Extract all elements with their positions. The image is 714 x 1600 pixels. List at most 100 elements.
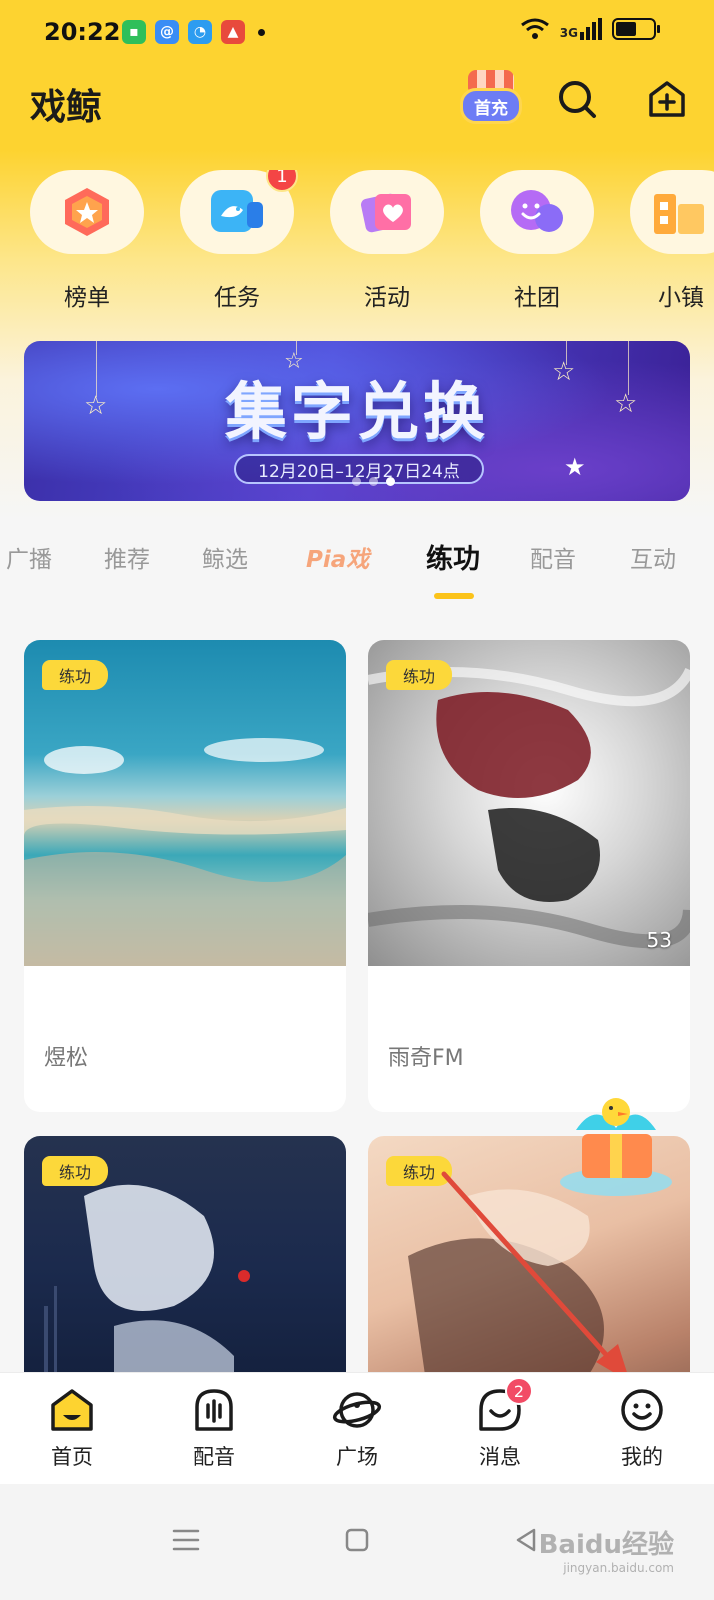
- status-bar: 20:22 ▪ @ ◔ ▲ 3G: [0, 0, 714, 64]
- menu-icon: [172, 1529, 200, 1551]
- system-navigation-bar: Baidu经验 jingyan.baidu.com: [0, 1484, 714, 1600]
- home-plus-icon: [649, 81, 685, 117]
- more-notifications-dot: [258, 28, 265, 36]
- star-icon: ★: [564, 453, 586, 481]
- network-type: 3G: [559, 26, 578, 40]
- quick-entry-label: 任务: [214, 285, 260, 311]
- card-tag: 练功: [386, 660, 452, 690]
- card-title: [384, 992, 674, 1032]
- nav-dubbing[interactable]: 配音: [154, 1385, 274, 1471]
- card-tag: 练功: [42, 660, 108, 690]
- search-button[interactable]: [554, 76, 600, 122]
- activity-icon: [360, 193, 411, 233]
- watermark-brand: Baidu经验: [538, 1530, 674, 1560]
- work-card[interactable]: 练功 煜松: [24, 640, 346, 1112]
- dubbing-icon: [189, 1385, 239, 1435]
- banner-dot: [352, 477, 361, 486]
- floating-gift-button[interactable]: [556, 1090, 676, 1200]
- club-icon: [511, 190, 563, 232]
- gift-box-icon: [560, 1098, 672, 1196]
- tab-indicator: [434, 593, 474, 599]
- square-home-icon: [345, 1528, 369, 1552]
- message-icon: 2: [475, 1377, 533, 1435]
- qq-icon: @: [155, 20, 179, 44]
- battery-icon: [612, 18, 660, 40]
- quick-entry-ranking[interactable]: 榜单: [30, 170, 144, 312]
- work-card[interactable]: 练功 53 雨奇FM: [368, 640, 690, 1112]
- menu-button[interactable]: [166, 1520, 206, 1560]
- app-icon: ▲: [221, 20, 245, 44]
- quick-entry-label: 活动: [364, 285, 410, 311]
- nav-messages[interactable]: 2 消息: [440, 1377, 560, 1471]
- tab-interactive[interactable]: 互动: [630, 540, 676, 574]
- app-title: 戏鲸: [30, 87, 103, 128]
- card-title: [40, 992, 330, 1032]
- quick-entry-pill: [480, 170, 594, 254]
- banner-dot: [369, 477, 378, 486]
- quick-entry-town[interactable]: 小镇: [630, 170, 714, 312]
- wifi-icon: [520, 18, 549, 39]
- back-triangle-icon: [516, 1528, 536, 1552]
- nav-label: 广场: [336, 1445, 378, 1469]
- quick-entry-club[interactable]: 社团: [480, 170, 594, 312]
- home-icon: [47, 1385, 97, 1435]
- quick-entry-label: 榜单: [64, 285, 110, 311]
- nav-profile[interactable]: 我的: [582, 1385, 702, 1471]
- nav-label: 我的: [621, 1445, 663, 1469]
- town-icon: [654, 194, 704, 234]
- baidu-watermark: Baidu经验 jingyan.baidu.com: [539, 1524, 674, 1575]
- plaza-icon: [332, 1385, 382, 1435]
- nav-home[interactable]: 首页: [12, 1385, 132, 1471]
- status-time: 20:22: [44, 18, 121, 46]
- quick-entry-pill: [330, 170, 444, 254]
- card-author[interactable]: 煜松: [44, 1040, 346, 1072]
- signal-icon: 3G: [560, 18, 602, 40]
- qq-browser-icon: ◔: [188, 20, 212, 44]
- tab-dubbing[interactable]: 配音: [530, 540, 576, 574]
- tab-practice[interactable]: 练功: [426, 537, 480, 576]
- card-cover: 练功 53: [368, 640, 690, 966]
- nav-label: 首页: [51, 1445, 93, 1469]
- tab-recommend[interactable]: 推荐: [104, 540, 150, 574]
- banner-dot-active: [386, 477, 395, 486]
- quick-entry-row: 榜单 1 任务 活动 社团 小镇: [0, 170, 714, 320]
- nav-plaza[interactable]: 广场: [297, 1385, 417, 1471]
- task-badge: 1: [266, 170, 298, 192]
- create-button[interactable]: [644, 76, 690, 122]
- nav-label: 配音: [193, 1445, 235, 1469]
- status-indicators: 3G: [520, 18, 660, 40]
- card-tag: 练功: [42, 1156, 108, 1186]
- category-tabs: 广播 推荐 鲸选 Pia戏 练功 配音 互动: [0, 540, 714, 610]
- quick-entry-activity[interactable]: 活动: [330, 170, 444, 312]
- card-cover: 练功: [24, 640, 346, 966]
- home-system-button[interactable]: [337, 1520, 377, 1560]
- ranking-icon: [65, 188, 109, 236]
- card-tag: 练功: [386, 1156, 452, 1186]
- tab-broadcast[interactable]: 广播: [6, 540, 52, 574]
- watermark-url: jingyan.baidu.com: [563, 1561, 674, 1575]
- app-header: 戏鲸 首充: [0, 70, 714, 134]
- quick-entry-pill: 1: [180, 170, 298, 254]
- bottom-navigation: 首页 配音 广场 2 消息 我的: [0, 1372, 714, 1484]
- card-cover: 练功: [24, 1136, 346, 1396]
- card-author[interactable]: 雨奇FM: [388, 1040, 690, 1072]
- task-icon: [211, 190, 263, 232]
- work-card[interactable]: 练功: [24, 1136, 346, 1396]
- messages-badge: 2: [505, 1377, 533, 1405]
- promo-banner[interactable]: ☆ ☆ ☆ ☆ ★ 集字兑换 12月20日–12月27日24点: [24, 341, 690, 501]
- shop-roof-icon: [468, 70, 514, 90]
- quick-entry-label: 小镇: [658, 285, 704, 311]
- notification-icons: ▪ @ ◔ ▲: [122, 20, 265, 44]
- tab-whale-pick[interactable]: 鲸选: [202, 540, 248, 574]
- message-icon: ▪: [122, 20, 146, 44]
- quick-entry-pill: [30, 170, 144, 254]
- quick-entry-task[interactable]: 1 任务: [180, 170, 298, 312]
- play-count: 53: [646, 928, 672, 952]
- nav-label: 消息: [479, 1445, 521, 1469]
- first-recharge-badge: 首充: [460, 88, 522, 124]
- banner-pagination: [352, 477, 395, 486]
- quick-entry-label: 社团: [514, 285, 560, 311]
- first-recharge-button[interactable]: 首充: [456, 70, 526, 128]
- tab-pia[interactable]: Pia戏: [306, 540, 369, 574]
- quick-entry-pill: [630, 170, 714, 254]
